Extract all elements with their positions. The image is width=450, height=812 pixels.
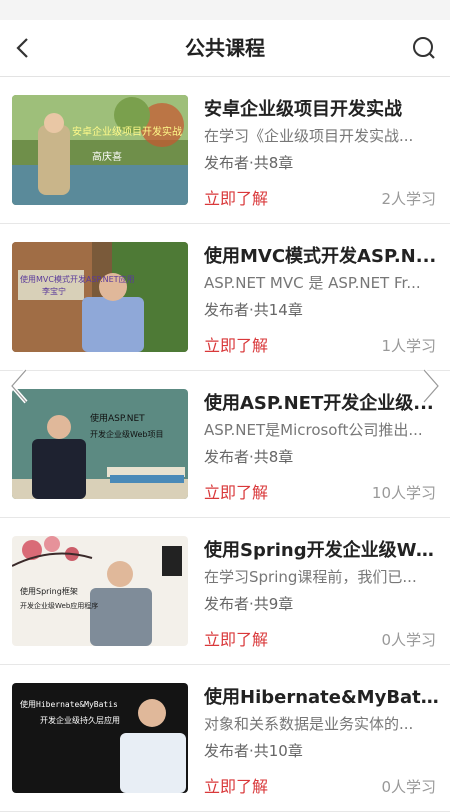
svg-text:使用ASP.NET: 使用ASP.NET: [90, 412, 145, 424]
course-thumbnail[interactable]: 使用Hibernate&MyBatis 开发企业级持久层应用: [12, 683, 188, 793]
chevron-left-icon: [9, 368, 28, 404]
course-card[interactable]: 使用Hibernate&MyBatis 开发企业级持久层应用 使用Hiberna…: [0, 665, 450, 812]
course-thumbnail[interactable]: 使用ASP.NET 开发企业级Web项目: [12, 389, 188, 499]
course-title[interactable]: 安卓企业级项目开发实战: [204, 95, 440, 121]
course-description: ASP.NET是Microsoft公司推出...: [204, 421, 423, 439]
course-title[interactable]: 使用Spring开发企业级We...: [204, 536, 440, 562]
course-description: 在学习Spring课程前，我们已...: [204, 568, 417, 586]
learn-more-button[interactable]: 立即了解: [204, 773, 268, 797]
carousel-next-button[interactable]: [418, 366, 444, 406]
svg-text:李宝宁: 李宝宁: [42, 286, 66, 296]
svg-text:使用Hibernate&MyBatis: 使用Hibernate&MyBatis: [20, 699, 118, 709]
learner-count: 10人学习: [371, 484, 436, 502]
course-thumbnail[interactable]: 使用Spring框架 开发企业级Web应用程序: [12, 536, 188, 646]
learn-more-button[interactable]: 立即了解: [204, 479, 268, 503]
course-description: 对象和关系数据是业务实体的...: [204, 715, 414, 733]
learn-more-button[interactable]: 立即了解: [204, 332, 268, 356]
svg-text:高庆喜: 高庆喜: [92, 150, 122, 163]
course-meta: 发布者·共14章: [204, 301, 303, 319]
course-thumbnail[interactable]: 安卓企业级项目开发实战 高庆喜: [12, 95, 188, 205]
course-thumbnail[interactable]: 使用MVC模式开发ASP.NET应用 李宝宁: [12, 242, 188, 352]
course-meta: 发布者·共10章: [204, 742, 303, 760]
svg-text:使用MVC模式开发ASP.NET应用: 使用MVC模式开发ASP.NET应用: [20, 274, 135, 284]
course-title[interactable]: 使用MVC模式开发ASP.N...: [204, 242, 440, 268]
status-bar: [0, 0, 450, 20]
course-card[interactable]: 使用MVC模式开发ASP.NET应用 李宝宁 使用MVC模式开发ASP.N...…: [0, 224, 450, 371]
search-button[interactable]: [410, 34, 438, 62]
course-title[interactable]: 使用ASP.NET开发企业级...: [204, 389, 440, 415]
course-title[interactable]: 使用Hibernate&MyBatis...: [204, 683, 440, 709]
course-meta: 发布者·共8章: [204, 154, 294, 172]
page-title: 公共课程: [185, 36, 265, 60]
svg-text:使用Spring框架: 使用Spring框架: [20, 586, 78, 596]
learn-more-button[interactable]: 立即了解: [204, 626, 268, 650]
top-bar: 公共课程: [0, 20, 450, 77]
course-meta: 发布者·共9章: [204, 595, 294, 613]
learner-count: 0人学习: [381, 778, 436, 796]
learner-count: 0人学习: [381, 631, 436, 649]
course-list: 安卓企业级项目开发实战 高庆喜 安卓企业级项目开发实战 在学习《企业级项目开发实…: [0, 77, 450, 812]
course-card[interactable]: 使用ASP.NET 开发企业级Web项目 使用ASP.NET开发企业级... A…: [0, 371, 450, 518]
course-description: ASP.NET MVC 是 ASP.NET Fr...: [204, 274, 421, 292]
chevron-right-icon: [422, 368, 441, 404]
svg-text:开发企业级持久层应用: 开发企业级持久层应用: [40, 715, 120, 725]
learner-count: 1人学习: [381, 337, 436, 355]
course-card[interactable]: 使用Spring框架 开发企业级Web应用程序 使用Spring开发企业级We.…: [0, 518, 450, 665]
svg-text:开发企业级Web项目: 开发企业级Web项目: [90, 429, 163, 439]
search-icon: [413, 37, 435, 59]
svg-text:安卓企业级项目开发实战: 安卓企业级项目开发实战: [72, 125, 182, 138]
svg-text:开发企业级Web应用程序: 开发企业级Web应用程序: [20, 601, 98, 610]
course-card[interactable]: 安卓企业级项目开发实战 高庆喜 安卓企业级项目开发实战 在学习《企业级项目开发实…: [0, 77, 450, 224]
carousel-prev-button[interactable]: [6, 366, 32, 406]
learn-more-button[interactable]: 立即了解: [204, 185, 268, 209]
course-meta: 发布者·共8章: [204, 448, 294, 466]
course-description: 在学习《企业级项目开发实战...: [204, 127, 414, 145]
learner-count: 2人学习: [381, 190, 436, 208]
